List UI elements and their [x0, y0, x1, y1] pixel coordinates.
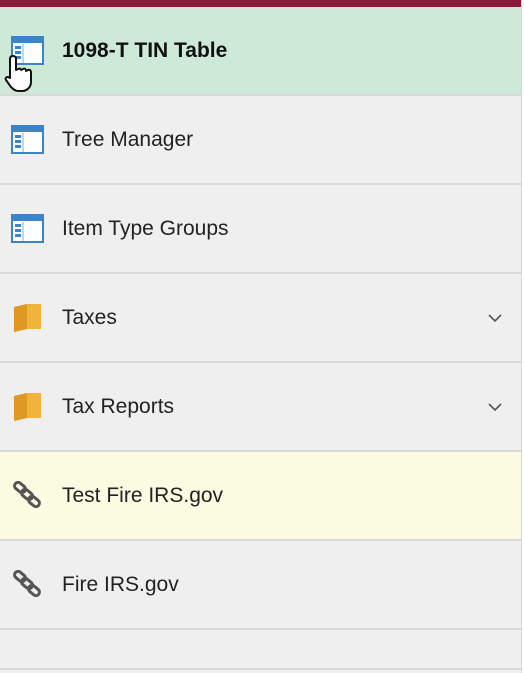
link-icon: [11, 569, 45, 600]
chevron-down-icon[interactable]: [487, 310, 503, 326]
component-page-icon: [11, 213, 45, 244]
menu-item-partial[interactable]: [0, 630, 521, 670]
menu-item-tree-manager[interactable]: Tree Manager: [0, 96, 521, 185]
navigation-menu: 1098-T TIN Table Tree Manager Item Type …: [0, 0, 522, 673]
menu-item-1098t-tin-table[interactable]: 1098-T TIN Table: [0, 7, 521, 96]
menu-item-label: Tax Reports: [62, 394, 175, 418]
link-icon: [11, 480, 45, 511]
folder-icon: [11, 392, 45, 422]
component-page-icon: [11, 124, 45, 155]
menu-item-item-type-groups[interactable]: Item Type Groups: [0, 185, 521, 274]
menu-item-label: 1098-T TIN Table: [62, 38, 228, 62]
menu-item-label: Item Type Groups: [62, 216, 229, 240]
menu-item-taxes[interactable]: Taxes: [0, 274, 521, 363]
menu-item-label: Tree Manager: [62, 127, 194, 151]
menu-item-label: Taxes: [62, 305, 117, 329]
top-accent-bar: [0, 0, 521, 7]
chevron-down-icon[interactable]: [487, 399, 503, 415]
menu-item-fire-irs-gov[interactable]: Fire IRS.gov: [0, 541, 521, 630]
folder-icon: [11, 303, 45, 333]
menu-item-label: Fire IRS.gov: [62, 572, 179, 596]
menu-item-test-fire-irs-gov[interactable]: Test Fire IRS.gov: [0, 452, 521, 541]
menu-item-tax-reports[interactable]: Tax Reports: [0, 363, 521, 452]
component-page-icon: [11, 35, 45, 66]
menu-item-label: Test Fire IRS.gov: [62, 483, 224, 507]
